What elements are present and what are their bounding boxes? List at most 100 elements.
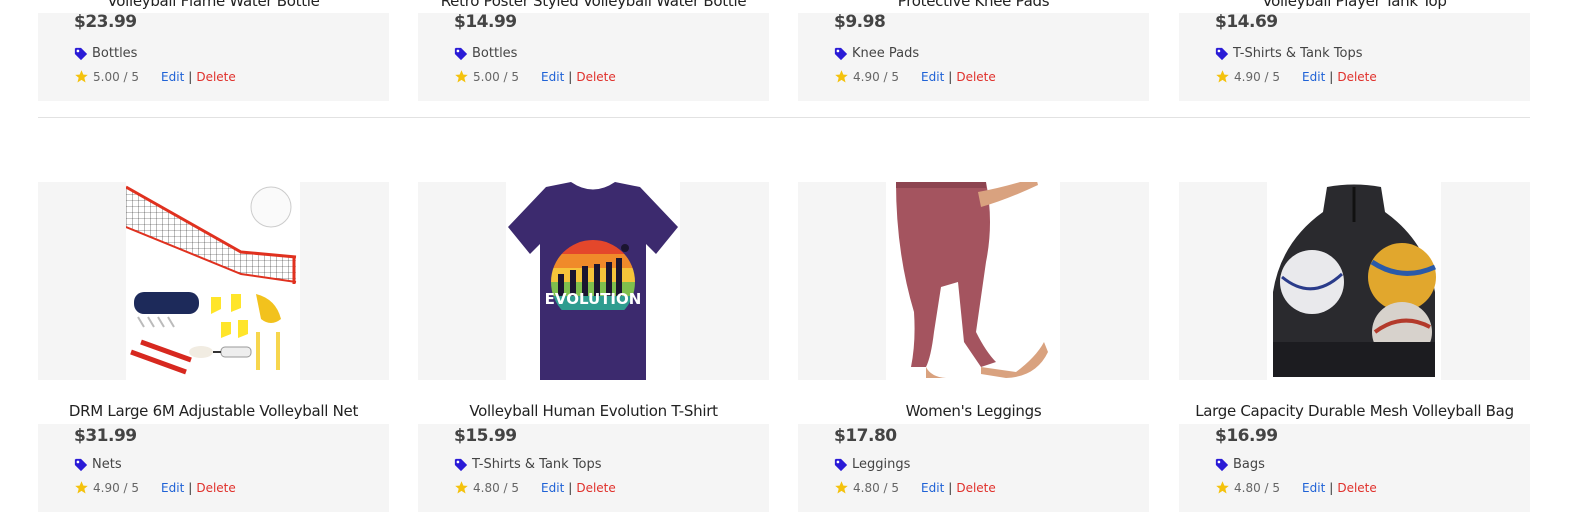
product-title[interactable]: Retro Poster Styled Volleyball Water Bot…: [418, 0, 769, 10]
link-separator: |: [1329, 69, 1334, 84]
product-title[interactable]: Volleyball Player Tank Top: [1179, 0, 1530, 10]
star-icon: [75, 70, 88, 83]
product-meta: 4.80 / 5 Edit | Delete: [1215, 480, 1377, 495]
product-price: $15.99: [454, 426, 517, 446]
tag-icon: [454, 458, 468, 471]
category-label: Knee Pads: [852, 46, 920, 61]
product-price: $14.99: [454, 12, 517, 32]
star-icon: [835, 481, 848, 494]
tshirt-graphic-text: EVOLUTION: [545, 290, 642, 308]
product-image-frame[interactable]: EVOLUTION: [418, 182, 769, 380]
tag-icon: [1215, 458, 1229, 471]
product-category: Bags: [1215, 457, 1265, 472]
product-info: $14.99 Bottles 5.00 / 5 Edit | Delete: [418, 12, 769, 101]
tag-icon: [834, 47, 848, 60]
link-separator: |: [188, 480, 193, 495]
product-category: T-Shirts & Tank Tops: [1215, 46, 1363, 61]
link-separator: |: [568, 480, 573, 495]
product-price: $9.98: [834, 12, 886, 32]
edit-link[interactable]: Edit: [161, 481, 184, 495]
category-label: Bottles: [472, 46, 518, 61]
edit-link[interactable]: Edit: [541, 70, 564, 84]
delete-link[interactable]: Delete: [1337, 481, 1376, 495]
rating-value: 5.00 / 5: [93, 69, 140, 84]
edit-link[interactable]: Edit: [541, 481, 564, 495]
delete-link[interactable]: Delete: [576, 70, 615, 84]
product-price: $31.99: [74, 426, 137, 446]
product-info: $9.98 Knee Pads 4.90 / 5 Edit | Delete: [798, 12, 1149, 101]
star-icon: [1216, 70, 1229, 83]
star-icon: [455, 70, 468, 83]
product-image-frame[interactable]: [798, 182, 1149, 380]
product-meta: 5.00 / 5 Edit | Delete: [454, 69, 616, 84]
category-label: Nets: [92, 457, 122, 472]
edit-link[interactable]: Edit: [161, 70, 184, 84]
edit-link[interactable]: Edit: [1302, 481, 1325, 495]
product-info: $23.99 Bottles 5.00 / 5 Edit | Delete: [38, 12, 389, 101]
product-meta: 4.80 / 5 Edit | Delete: [834, 480, 996, 495]
rating-value: 4.80 / 5: [1234, 480, 1281, 495]
product-title[interactable]: Volleyball Flame Water Bottle: [38, 0, 389, 10]
mesh-bag-image[interactable]: [1267, 182, 1441, 380]
product-category: T-Shirts & Tank Tops: [454, 457, 602, 472]
product-title[interactable]: Volleyball Human Evolution T-Shirt: [418, 402, 769, 420]
product-price: $23.99: [74, 12, 137, 32]
leggings-image[interactable]: [886, 182, 1060, 380]
link-separator: |: [568, 69, 573, 84]
product-category: Nets: [74, 457, 122, 472]
edit-link[interactable]: Edit: [1302, 70, 1325, 84]
edit-link[interactable]: Edit: [921, 481, 944, 495]
tag-icon: [74, 458, 88, 471]
product-info: $31.99 Nets 4.90 / 5 Edit | Delete: [38, 424, 389, 512]
category-label: Leggings: [852, 457, 911, 472]
product-info: $17.80 Leggings 4.80 / 5 Edit | Delete: [798, 424, 1149, 512]
product-category: Leggings: [834, 457, 910, 472]
product-meta: 4.90 / 5 Edit | Delete: [74, 480, 236, 495]
rating-value: 4.90 / 5: [93, 480, 140, 495]
delete-link[interactable]: Delete: [956, 481, 995, 495]
product-image-frame[interactable]: [1179, 182, 1530, 380]
tag-icon: [1215, 47, 1229, 60]
star-icon: [835, 70, 848, 83]
product-title[interactable]: Women's Leggings: [798, 402, 1149, 420]
product-meta: 4.90 / 5 Edit | Delete: [834, 69, 996, 84]
product-category: Knee Pads: [834, 46, 919, 61]
category-label: T-Shirts & Tank Tops: [1233, 46, 1363, 61]
product-meta: 4.80 / 5 Edit | Delete: [454, 480, 616, 495]
edit-link[interactable]: Edit: [921, 70, 944, 84]
link-separator: |: [188, 69, 193, 84]
category-label: Bags: [1233, 457, 1265, 472]
category-label: Bottles: [92, 46, 138, 61]
product-category: Bottles: [74, 46, 137, 61]
tag-icon: [74, 47, 88, 60]
product-price: $14.69: [1215, 12, 1278, 32]
delete-link[interactable]: Delete: [196, 481, 235, 495]
rating-value: 4.90 / 5: [1234, 69, 1281, 84]
tag-icon: [454, 47, 468, 60]
product-price: $16.99: [1215, 426, 1278, 446]
delete-link[interactable]: Delete: [956, 70, 995, 84]
rating-value: 4.80 / 5: [473, 480, 520, 495]
link-separator: |: [1329, 480, 1334, 495]
rating-value: 5.00 / 5: [473, 69, 520, 84]
product-meta: 5.00 / 5 Edit | Delete: [74, 69, 236, 84]
volleyball-net-set-image[interactable]: [126, 182, 300, 380]
link-separator: |: [948, 69, 953, 84]
evolution-tshirt-image[interactable]: EVOLUTION: [506, 182, 680, 380]
product-info: $14.69 T-Shirts & Tank Tops 4.90 / 5 Edi…: [1179, 12, 1530, 101]
product-title[interactable]: Large Capacity Durable Mesh Volleyball B…: [1179, 402, 1530, 420]
product-meta: 4.90 / 5 Edit | Delete: [1215, 69, 1377, 84]
link-separator: |: [948, 480, 953, 495]
category-label: T-Shirts & Tank Tops: [472, 457, 602, 472]
product-category: Bottles: [454, 46, 517, 61]
star-icon: [75, 481, 88, 494]
delete-link[interactable]: Delete: [1337, 70, 1376, 84]
product-title[interactable]: Protective Knee Pads: [798, 0, 1149, 10]
delete-link[interactable]: Delete: [576, 481, 615, 495]
product-info: $15.99 T-Shirts & Tank Tops 4.80 / 5 Edi…: [418, 424, 769, 512]
row-divider: [38, 117, 1530, 118]
product-image-frame[interactable]: [38, 182, 389, 380]
star-icon: [1216, 481, 1229, 494]
delete-link[interactable]: Delete: [196, 70, 235, 84]
product-title[interactable]: DRM Large 6M Adjustable Volleyball Net: [38, 402, 389, 420]
